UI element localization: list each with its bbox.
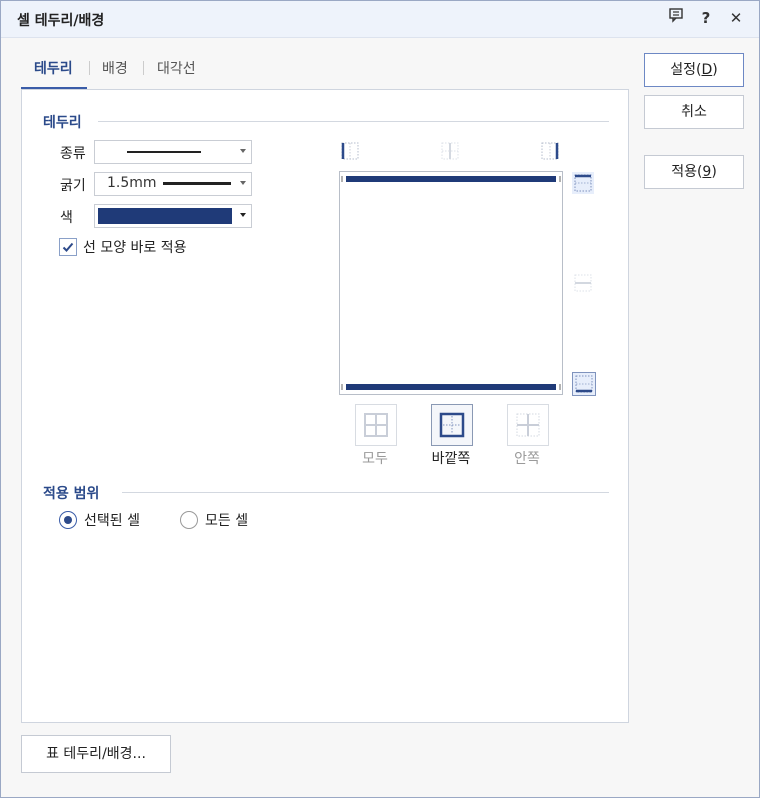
- scope-all-cells-label: 모든 셀: [205, 513, 249, 529]
- ok-button[interactable]: 설정(D): [644, 53, 744, 87]
- section-divider: [122, 492, 609, 493]
- thickness-preview: [163, 182, 231, 185]
- checkmark-icon: [62, 242, 74, 252]
- right-border-button[interactable]: [539, 140, 561, 162]
- thickness-select[interactable]: 1.5mm: [94, 172, 252, 196]
- scope-all-cells-radio[interactable]: [180, 511, 198, 529]
- scope-selected-cells-label: 선택된 셀: [84, 513, 140, 529]
- comment-icon[interactable]: [665, 7, 687, 29]
- tab-border[interactable]: 테두리: [34, 58, 73, 78]
- all-borders-icon: [364, 413, 388, 437]
- chevron-down-icon: [240, 213, 246, 217]
- tab-background[interactable]: 배경: [102, 58, 128, 78]
- title-bar: 셀 테두리/배경 ? ✕: [1, 1, 759, 38]
- thickness-label: 굵기: [60, 178, 86, 194]
- color-select[interactable]: [94, 204, 252, 228]
- close-icon[interactable]: ✕: [725, 7, 747, 29]
- border-panel: 테두리 종류 굵기 1.5mm 색 선 모양 바로 적용 모두 바깥쪽 안쪽 적…: [21, 89, 629, 723]
- line-type-select[interactable]: [94, 140, 252, 164]
- tab-diagonal[interactable]: 대각선: [157, 58, 196, 78]
- help-icon[interactable]: ?: [695, 7, 717, 29]
- tab-separator: [143, 61, 144, 75]
- line-type-label: 종류: [60, 146, 86, 162]
- apply-immediately-checkbox[interactable]: [59, 238, 77, 256]
- left-border-button[interactable]: [339, 140, 361, 162]
- top-border-button[interactable]: [572, 172, 594, 194]
- preset-outer-button[interactable]: [431, 404, 473, 446]
- scope-section-title: 적용 범위: [43, 486, 100, 502]
- thickness-value: 1.5mm: [107, 175, 157, 191]
- preset-inner-button[interactable]: [507, 404, 549, 446]
- scope-selected-cells-radio[interactable]: [59, 511, 77, 529]
- border-preview[interactable]: [339, 171, 563, 395]
- tab-separator: [89, 61, 90, 75]
- preset-all-button[interactable]: [355, 404, 397, 446]
- chevron-down-icon: [240, 181, 246, 185]
- apply-immediately-label: 선 모양 바로 적용: [83, 240, 187, 256]
- inner-borders-icon: [516, 413, 540, 437]
- color-label: 색: [60, 210, 73, 226]
- border-section-title: 테두리: [43, 115, 82, 131]
- line-type-preview: [127, 151, 201, 153]
- section-divider: [98, 121, 609, 122]
- outer-borders-icon: [439, 412, 465, 438]
- preset-all-label: 모두: [362, 451, 388, 467]
- bottom-border-button[interactable]: [572, 372, 596, 396]
- preset-outer-label: 바깥쪽: [431, 451, 471, 467]
- center-vertical-border-button[interactable]: [439, 140, 461, 162]
- center-horizontal-border-button[interactable]: [572, 272, 594, 294]
- color-swatch: [98, 208, 232, 224]
- cancel-button[interactable]: 취소: [644, 95, 744, 129]
- apply-button[interactable]: 적용(9): [644, 155, 744, 189]
- dialog-title: 셀 테두리/배경: [17, 13, 105, 29]
- chevron-down-icon: [240, 149, 246, 153]
- cell-border-dialog: 셀 테두리/배경 ? ✕ 테두리 배경 대각선 테두리 종류 굵기 1.5mm …: [0, 0, 760, 798]
- table-border-background-button[interactable]: 표 테두리/배경...: [21, 735, 171, 773]
- preset-inner-label: 안쪽: [514, 451, 540, 467]
